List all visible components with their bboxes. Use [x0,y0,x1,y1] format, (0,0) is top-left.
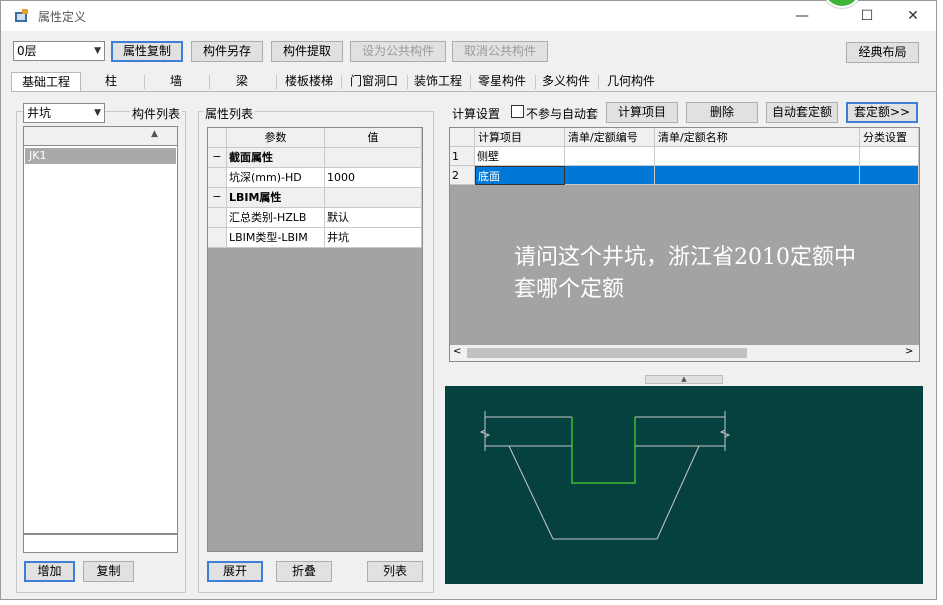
row-number: 1 [450,147,475,166]
app-icon [14,9,30,23]
calc-item-cell[interactable]: 底面 [475,166,565,185]
minimize-button[interactable]: — [787,5,817,27]
chevron-down-icon: ▼ [94,46,101,56]
tab-slab-stairs[interactable]: 楼板楼梯 [278,72,340,91]
floor-select-value: 0层 [17,44,37,58]
property-group-spacer [325,188,422,208]
floor-select[interactable]: 0层 ▼ [13,41,105,61]
category-setting-cell[interactable] [860,166,919,185]
component-list-title: 构件列表 [130,105,183,122]
delete-button[interactable]: 删除 [686,102,758,123]
component-list: JK1 [23,145,178,534]
property-list-title: 属性列表 [203,105,256,122]
calc-item-cell[interactable]: 侧壁 [475,147,565,166]
question-line-1: 请问这个井坑，浙江省2010定额中 [514,245,856,270]
no-auto-apply-label: 不参与自动套 [526,107,599,121]
apply-quota-button[interactable]: 套定额>> [846,102,918,123]
no-auto-apply-checkbox[interactable] [511,105,524,118]
splitter-handle-icon[interactable]: ▲ [645,375,723,384]
property-value[interactable]: 1000 [325,168,422,188]
question-line-2: 套哪个定额 [514,277,625,302]
tab-doors-windows[interactable]: 门窗洞口 [343,72,405,91]
classic-layout-button[interactable]: 经典布局 [846,42,919,63]
quota-code-cell[interactable] [565,166,655,185]
grid-corner [450,128,475,147]
collapse-button[interactable]: 折叠 [276,561,332,582]
list-filter-input[interactable] [23,534,178,553]
component-type-value: 井坑 [27,106,52,120]
set-public-component-button[interactable]: 设为公共构件 [350,41,446,62]
expand-button[interactable]: 展开 [207,561,263,582]
tab-foundation[interactable]: 基础工程 [11,72,81,91]
property-param: 汇总类别-HZLB [227,208,325,228]
chevron-down-icon: ▼ [94,108,101,118]
value-column-header: 值 [325,128,422,148]
list-header: ▲ [23,126,178,146]
page-edge [937,30,943,605]
tab-geometric-components[interactable]: 几何构件 [600,72,662,91]
extract-component-button[interactable]: 构件提取 [271,41,343,62]
component-type-select[interactable]: 井坑 ▼ [23,103,105,123]
tab-polysemous-components[interactable]: 多义构件 [537,72,595,91]
tab-column[interactable]: 柱 [81,72,141,91]
param-column-header: 参数 [227,128,325,148]
quota-code-cell[interactable] [565,147,655,166]
property-group-header: 截面属性 [227,148,325,168]
property-value[interactable]: 井坑 [325,228,422,248]
cancel-public-component-button[interactable]: 取消公共构件 [452,41,548,62]
category-setting-column-header: 分类设置 [860,128,919,147]
maximize-button[interactable]: ☐ [852,5,882,27]
scrollbar-thumb[interactable] [467,348,747,358]
question-overlay: 请问这个井坑，浙江省2010定额中 套哪个定额 [514,242,919,306]
tab-wall[interactable]: 墙 [146,72,206,91]
window-title: 属性定义 [38,10,87,24]
title-bar: 属性定义 — ☐ ✕ [1,1,936,31]
quota-name-cell[interactable] [655,166,860,185]
row-header [208,168,227,188]
sort-up-icon[interactable]: ▲ [151,129,158,139]
quota-name-column-header: 清单/定额名称 [655,128,860,147]
calc-settings-title: 计算设置 [452,107,501,121]
copy-property-button[interactable]: 属性复制 [111,41,183,62]
grid-corner [208,128,227,148]
tab-misc-components[interactable]: 零星构件 [472,72,532,91]
scroll-right-icon[interactable]: > [905,346,913,357]
group-toggle-icon[interactable]: − [208,148,227,168]
property-value[interactable]: 默认 [325,208,422,228]
horizontal-scrollbar[interactable]: < > [450,345,919,361]
calc-item-column-header: 计算项目 [475,128,565,147]
copy-component-button[interactable]: 复制 [83,561,134,582]
list-view-button[interactable]: 列表 [367,561,423,582]
calc-item-button[interactable]: 计算项目 [606,102,678,123]
property-group-spacer [325,148,422,168]
pit-section-drawing [479,411,731,540]
row-header [208,228,227,248]
tab-beam[interactable]: 梁 [211,72,273,91]
pit-inner-wall [571,417,636,484]
close-button[interactable]: ✕ [898,5,928,27]
row-header [208,208,227,228]
break-marks [479,429,731,438]
quota-code-column-header: 清单/定额编号 [565,128,655,147]
category-setting-cell[interactable] [860,147,919,166]
scroll-left-icon[interactable]: < [453,346,461,357]
row-number: 2 [450,166,475,185]
group-toggle-icon[interactable]: − [208,188,227,208]
tab-divider [11,91,937,92]
auto-apply-quota-button[interactable]: 自动套定额 [766,102,838,123]
add-component-button[interactable]: 增加 [24,561,75,582]
pit-outline [484,411,726,540]
property-group-header: LBIM属性 [227,188,325,208]
quota-name-cell[interactable] [655,147,860,166]
save-component-as-button[interactable]: 构件另存 [191,41,263,62]
property-param: LBIM类型-LBIM [227,228,325,248]
list-item[interactable]: JK1 [25,148,176,164]
section-preview-canvas [445,386,923,584]
tab-decoration[interactable]: 装饰工程 [409,72,467,91]
category-tabs: 基础工程 柱 墙 梁 楼板楼梯 门窗洞口 装饰工程 零星构件 多义构件 几何构件 [11,72,671,91]
property-param: 坑深(mm)-HD [227,168,325,188]
